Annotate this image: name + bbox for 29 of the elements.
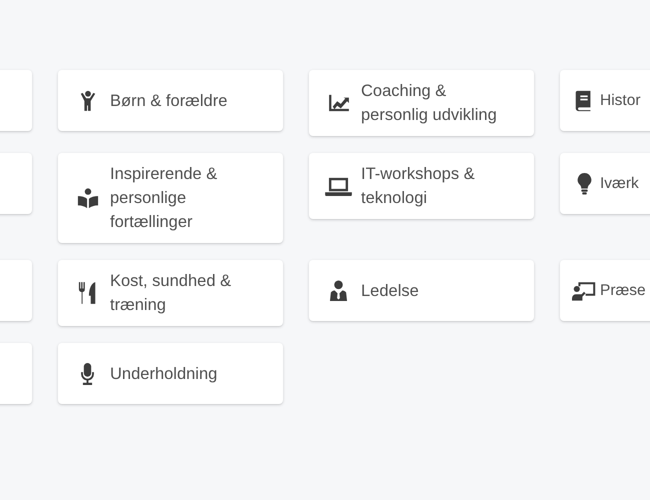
category-card[interactable]: Inspirerende & personlige fortællinger <box>58 153 283 243</box>
category-label: Underholdning <box>110 364 218 384</box>
category-label: Inspirerende & personlige fortællinger <box>110 164 218 233</box>
category-card[interactable]: Histor <box>560 70 650 131</box>
microphone-icon <box>80 362 95 384</box>
laptop-icon <box>325 176 352 196</box>
category-label: Kost, sundhed & træning <box>110 271 232 316</box>
category-label: Iværk <box>600 174 639 194</box>
child-icon <box>78 90 96 112</box>
category-card[interactable]: Ledelse <box>309 260 534 321</box>
category-card[interactable]: Præse <box>560 260 650 321</box>
category-label: IT-workshops & teknologi <box>361 164 476 209</box>
category-label: Børn & forældre <box>110 90 228 112</box>
category-label: Histor <box>600 90 640 110</box>
category-card[interactable]: Børn & forældre <box>58 70 283 131</box>
cutlery-icon <box>78 282 98 304</box>
chart-icon <box>328 94 350 112</box>
businessman-icon <box>329 280 348 301</box>
reading-person-icon <box>76 187 98 209</box>
category-label: Præse <box>600 280 646 300</box>
category-card[interactable]: Underholdning <box>58 343 283 404</box>
category-label: Ledelse <box>361 280 419 302</box>
category-card[interactable]: Iværk <box>560 153 650 214</box>
category-card[interactable]: IT-workshops & teknologi <box>309 153 534 219</box>
category-card[interactable]: Kost, sundhed & træning <box>58 260 283 326</box>
lightbulb-icon <box>576 172 592 194</box>
presenter-icon <box>572 280 596 302</box>
category-card[interactable]: Coaching & personlig udvikling <box>309 70 534 136</box>
category-label: Coaching & personlig udvikling <box>361 81 498 126</box>
